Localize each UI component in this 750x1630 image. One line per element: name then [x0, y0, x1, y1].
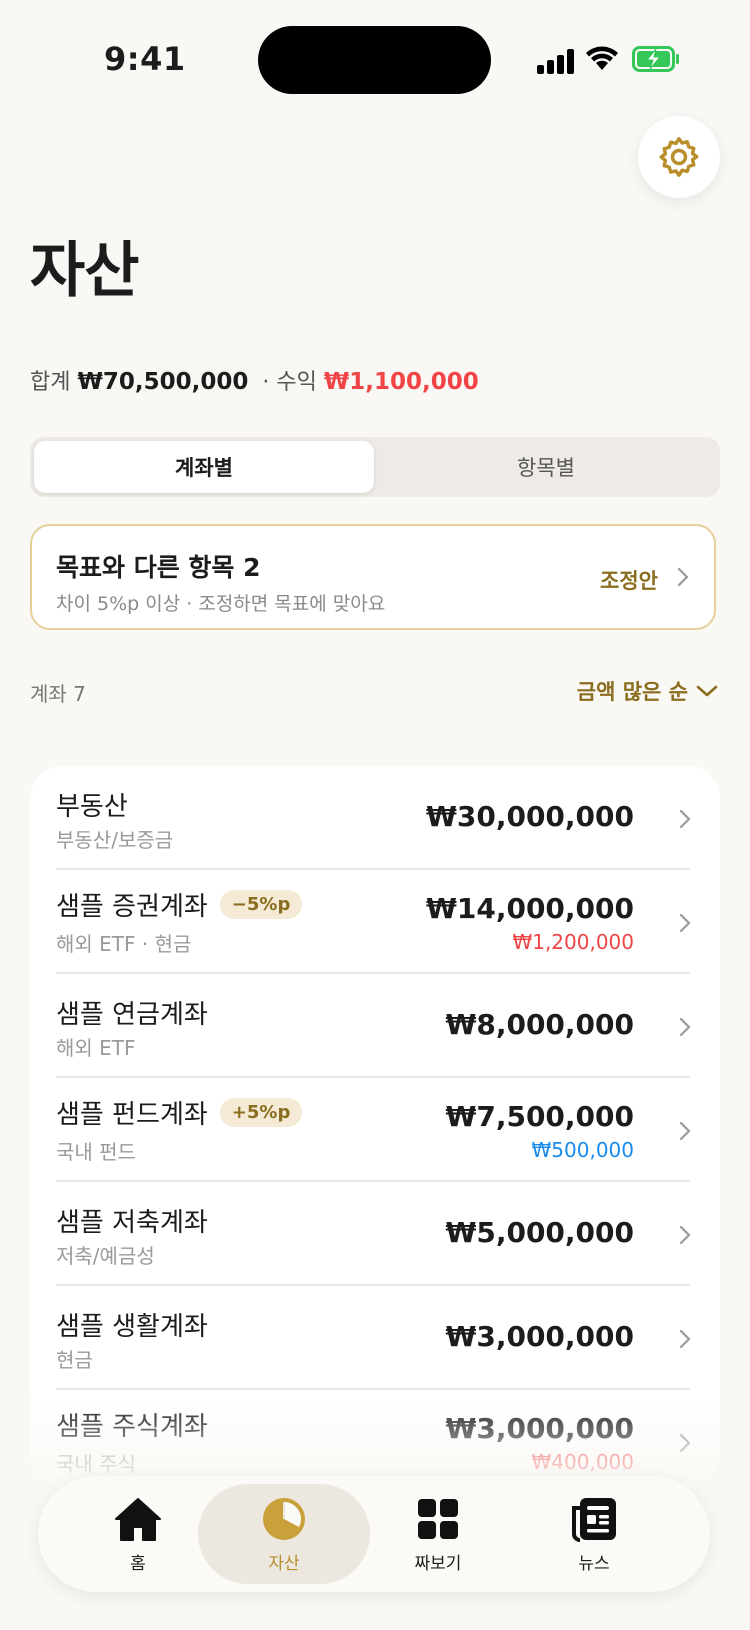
tab-assets[interactable]: 자산	[198, 1484, 370, 1584]
sort-dropdown[interactable]: 금액 많은 순	[577, 676, 718, 706]
tab-label: 뉴스	[578, 1553, 610, 1574]
chevron-right-icon	[679, 809, 691, 829]
sort-label: 금액 많은 순	[576, 680, 688, 704]
profit-label: 수익	[276, 370, 317, 395]
account-sub: 현금	[56, 1348, 93, 1372]
list-item[interactable]: 샘플 연금계좌 해외 ETF ₩8,000,000	[30, 974, 720, 1078]
account-count: 계좌 7	[30, 682, 86, 706]
alert-subtitle: 차이 5%p 이상 · 조정하면 목표에 맞아요	[56, 593, 386, 615]
account-amount: ₩5,000,000	[445, 1216, 634, 1249]
account-amount: ₩7,500,000	[445, 1100, 634, 1133]
wifi-icon	[586, 46, 618, 70]
tab-label: 홈	[130, 1553, 146, 1574]
adjust-plan-link[interactable]: 조정안	[600, 565, 658, 595]
settings-button[interactable]	[638, 116, 720, 198]
chevron-down-icon	[696, 685, 718, 697]
account-name: 샘플 펀드계좌	[56, 1100, 208, 1130]
chevron-right-icon	[679, 913, 691, 933]
chevron-right-icon	[679, 1017, 691, 1037]
account-name: 샘플 증권계좌	[56, 892, 208, 922]
account-amount: ₩14,000,000	[425, 892, 634, 925]
account-delta: ₩400,000	[531, 1450, 634, 1474]
account-sub: 부동산/보증금	[56, 828, 174, 852]
list-item[interactable]: 샘플 저축계좌 저축/예금성 ₩5,000,000	[30, 1182, 720, 1286]
pie-chart-icon	[258, 1495, 310, 1543]
chevron-right-icon	[677, 567, 689, 587]
battery-charging-icon	[632, 46, 679, 72]
asset-summary: 합계 ₩70,500,000 · 수익 ₩1,100,000	[30, 364, 479, 396]
dynamic-island	[258, 26, 491, 94]
chevron-right-icon	[679, 1433, 691, 1453]
account-sub: 저축/예금성	[56, 1244, 155, 1268]
account-sub: 국내 주식	[56, 1452, 136, 1476]
account-name: 샘플 저축계좌	[56, 1208, 208, 1238]
chevron-right-icon	[679, 1121, 691, 1141]
tab-label: 자산	[268, 1553, 300, 1574]
account-name: 부동산	[56, 792, 128, 822]
tab-label: 짜보기	[414, 1553, 462, 1574]
newspaper-icon	[568, 1495, 620, 1543]
account-amount: ₩3,000,000	[445, 1412, 634, 1445]
grid-icon	[412, 1495, 464, 1543]
account-name-row: 샘플 펀드계좌 +5%p	[56, 1094, 303, 1131]
chevron-right-icon	[679, 1329, 691, 1349]
view-segmented-control: 계좌별 항목별	[30, 437, 720, 497]
tab-news[interactable]: 뉴스	[508, 1484, 680, 1584]
chevron-right-icon	[679, 1225, 691, 1245]
bottom-tab-bar: 홈 자산 짜보기 뉴스	[38, 1476, 710, 1592]
account-amount: ₩3,000,000	[445, 1320, 634, 1353]
list-item[interactable]: 샘플 증권계좌 −5%p 해외 ETF · 현금 ₩14,000,000 ₩1,…	[30, 870, 720, 974]
account-name-row: 샘플 증권계좌 −5%p	[56, 886, 303, 923]
deviation-badge: +5%p	[219, 1098, 303, 1127]
rebalance-alert-card[interactable]: 목표와 다른 항목 2 차이 5%p 이상 · 조정하면 목표에 맞아요 조정안	[30, 524, 716, 630]
account-list: 부동산 부동산/보증금 ₩30,000,000 샘플 증권계좌 −5%p 해외 …	[30, 766, 720, 1486]
alert-title: 목표와 다른 항목 2	[56, 553, 261, 582]
cellular-signal-icon	[537, 48, 575, 74]
total-value: ₩70,500,000	[77, 369, 249, 395]
gear-icon	[659, 137, 699, 177]
account-delta: ₩1,200,000	[512, 930, 634, 954]
account-delta: ₩500,000	[531, 1138, 634, 1162]
tab-by-account[interactable]: 계좌별	[34, 441, 374, 493]
account-amount: ₩30,000,000	[425, 800, 634, 833]
account-sub: 해외 ETF	[56, 1036, 136, 1060]
list-item[interactable]: 샘플 펀드계좌 +5%p 국내 펀드 ₩7,500,000 ₩500,000	[30, 1078, 720, 1182]
account-sub: 국내 펀드	[56, 1140, 136, 1164]
total-label: 합계	[30, 370, 71, 395]
account-name: 샘플 연금계좌	[56, 1000, 208, 1030]
page-title: 자산	[30, 236, 139, 306]
list-item[interactable]: 샘플 주식계좌 국내 주식 ₩3,000,000 ₩400,000	[30, 1390, 720, 1486]
list-item[interactable]: 샘플 생활계좌 현금 ₩3,000,000	[30, 1286, 720, 1390]
profit-value: ₩1,100,000	[323, 369, 479, 395]
tab-plan[interactable]: 짜보기	[352, 1484, 524, 1584]
summary-separator: ·	[262, 370, 270, 395]
account-name: 샘플 주식계좌	[56, 1412, 208, 1442]
home-icon	[112, 1495, 164, 1543]
status-bar: 9:41	[0, 0, 750, 120]
deviation-badge: −5%p	[219, 890, 303, 919]
list-item[interactable]: 부동산 부동산/보증금 ₩30,000,000	[30, 766, 720, 870]
account-sub: 해외 ETF · 현금	[56, 932, 192, 956]
tab-by-category[interactable]: 항목별	[376, 441, 716, 493]
account-amount: ₩8,000,000	[445, 1008, 634, 1041]
account-name: 샘플 생활계좌	[56, 1312, 208, 1342]
status-time: 9:41	[104, 40, 186, 78]
